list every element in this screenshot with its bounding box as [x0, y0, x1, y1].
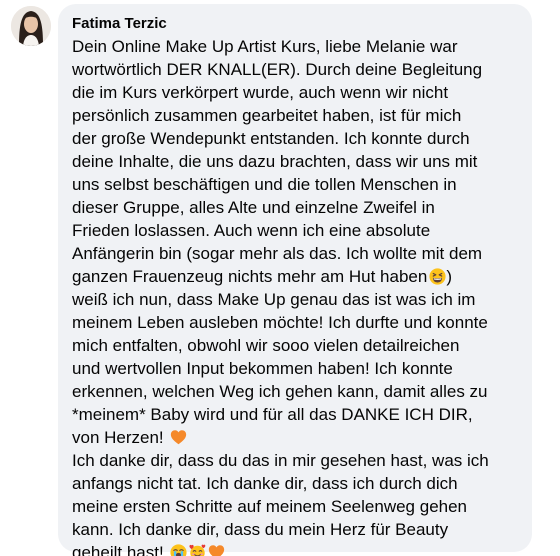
profile-photo — [11, 6, 51, 46]
orange-heart-emoji-icon — [170, 429, 187, 446]
comment-line: meinem Leben ausleben möchte! Ich durfte… — [72, 313, 488, 332]
comment-bubble: Fatima Terzic Dein Online Make Up Artist… — [58, 4, 532, 556]
comment-paragraph-2: Ich danke dir, dass du das in mir gesehe… — [72, 449, 518, 556]
comment-paragraph-1: Dein Online Make Up Artist Kurs, liebe M… — [72, 35, 518, 449]
comment-line: wortwörtlich DER KNALL(ER). Durch deine … — [72, 60, 483, 79]
comment-line: uns selbst beschäftigen und die tollen M… — [72, 175, 457, 194]
comment-line: deine Inhalte, die uns dazu brachten, da… — [72, 152, 478, 171]
comment-line: dieser Gruppe, alles Alte und einzelne Z… — [72, 198, 435, 217]
comment-line: Dein Online Make Up Artist Kurs, liebe M… — [72, 37, 458, 56]
comment-line-text: geheilt hast! — [72, 543, 164, 556]
avatar[interactable] — [11, 6, 51, 46]
comment-line: Ich danke dir, dass du das in mir gesehe… — [72, 451, 489, 470]
comment-line-text: von Herzen! — [72, 428, 164, 447]
comment-line: weiß ich nun, dass Make Up genau das ist… — [72, 290, 476, 309]
comment-author[interactable]: Fatima Terzic — [72, 13, 518, 35]
comment-line-with-emoji: von Herzen! — [72, 426, 518, 449]
comment-line-text: ganzen Frauenzeug nichts mehr am Hut hab… — [72, 267, 428, 286]
comment-line: *meinem* Baby wird und für all das DANKE… — [72, 405, 473, 424]
comment-line: Frieden loslassen. Auch wenn ich eine ab… — [72, 221, 431, 240]
comment-line: Anfängerin bin (sogar mehr als das. Ich … — [72, 244, 483, 263]
grinning-squinting-face-emoji-icon — [429, 268, 446, 285]
comment-line: anfangs nicht tat. Ich danke dir, dass i… — [72, 474, 458, 493]
comment-line-with-emoji: geheilt hast! — [72, 541, 518, 556]
comment-line: und wertvollen Input bekommen haben! Ich… — [72, 359, 453, 378]
comment-line: mich entfalten, obwohl wir sooo vielen d… — [72, 336, 460, 355]
comment-line: erkennen, welchen Weg ich gehen kann, da… — [72, 382, 488, 401]
loudly-crying-face-emoji-icon — [170, 544, 187, 556]
orange-heart-emoji-icon — [208, 544, 225, 556]
comment-line: der große Wendepunkt entstanden. Ich kon… — [72, 129, 470, 148]
comment-line-with-emoji: ganzen Frauenzeug nichts mehr am Hut hab… — [72, 265, 518, 288]
comment-line: persönlich zusammen gearbeitet haben, is… — [72, 106, 462, 125]
comment-line-text: ) — [446, 267, 452, 286]
comment-line: meine ersten Schritte auf meinem Seelenw… — [72, 497, 468, 516]
smiling-face-with-hearts-emoji-icon — [189, 544, 206, 556]
comment-line: die im Kurs verkörpert wurde, auch wenn … — [72, 83, 449, 102]
comment-line: kann. Ich danke dir, dass du mein Herz f… — [72, 520, 449, 539]
